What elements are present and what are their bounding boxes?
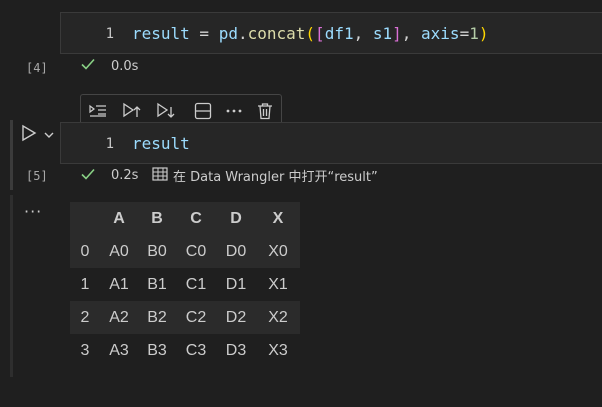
table-cell: C1 — [185, 275, 207, 293]
code-token: df1 — [324, 24, 354, 43]
table-cell: A2 — [109, 308, 129, 326]
execution-duration: 0.2s — [111, 168, 139, 183]
table-cell: B1 — [147, 275, 167, 293]
table-icon — [152, 166, 168, 185]
table-row: 1 A1 B1 C1 D1 X1 — [70, 268, 300, 301]
row-index: 1 — [80, 275, 90, 293]
run-cell-icon[interactable] — [20, 124, 38, 142]
code-token: , — [353, 24, 373, 43]
table-cell: A3 — [109, 341, 129, 359]
cell-4-selection-bar — [10, 10, 13, 80]
cell-5-selection-bar — [10, 120, 13, 190]
code-token: ) — [478, 24, 489, 43]
code-token: pd — [218, 24, 238, 43]
table-cell: C2 — [185, 308, 207, 326]
code-line[interactable]: result = pd.concat([df1, s1], axis=1) — [132, 24, 488, 43]
more-actions-icon[interactable] — [223, 100, 245, 122]
table-row: 0 A0 B0 C0 D0 X0 — [70, 235, 300, 268]
table-cell: A0 — [109, 242, 129, 260]
line-number: 1 — [105, 136, 114, 152]
code-token: = — [459, 24, 470, 43]
code-token: axis — [421, 24, 460, 43]
delete-cell-icon[interactable] — [254, 100, 276, 122]
open-in-data-wrangler-link[interactable]: 在 Data Wrangler 中打开“result” — [152, 166, 378, 185]
code-token: ] — [392, 24, 402, 43]
table-header-row: ABCDX — [70, 202, 300, 235]
execute-below-icon[interactable] — [155, 100, 177, 122]
dataframe-output-table: A B C D X 0 A0 B0 C0 D0 X0 1 A1 B1 C1 D1 X1 2 A2 B2 C2 D2 X2 3… — [70, 202, 300, 367]
code-token: [ — [315, 24, 325, 43]
table-cell: D3 — [225, 341, 247, 359]
cell-5-code-editor[interactable]: 1 result — [60, 122, 602, 164]
code-line[interactable]: result — [132, 134, 190, 153]
column-header: A — [113, 209, 125, 227]
row-index: 3 — [80, 341, 90, 359]
table-cell: D2 — [225, 308, 247, 326]
execution-duration: 0.0s — [111, 59, 139, 74]
table-cell: X2 — [268, 308, 288, 326]
code-token: , — [401, 24, 422, 43]
table-cell: D0 — [225, 242, 247, 260]
table-row: 3 A3 B3 C3 D3 X3 — [70, 334, 300, 367]
column-header: C — [190, 209, 202, 227]
code-token: s1 — [372, 24, 393, 43]
split-cell-icon[interactable] — [192, 100, 214, 122]
column-header — [70, 202, 100, 235]
code-token: result — [132, 24, 190, 43]
table-cell: C3 — [185, 341, 207, 359]
output-bar — [10, 195, 13, 377]
code-token: . — [237, 24, 248, 43]
execute-above-icon[interactable] — [121, 100, 143, 122]
row-index: 0 — [80, 242, 90, 260]
column-header: B — [151, 209, 163, 227]
run-by-line-icon[interactable] — [87, 100, 109, 122]
chevron-down-icon[interactable] — [43, 126, 55, 138]
table-cell: B3 — [147, 341, 167, 359]
check-icon — [80, 56, 96, 76]
code-token: ( — [305, 24, 316, 43]
table-cell: C0 — [185, 242, 207, 260]
data-wrangler-label: 在 Data Wrangler 中打开“result” — [173, 170, 378, 185]
execution-count: [5] — [26, 169, 48, 183]
table-cell: X0 — [268, 242, 288, 260]
table-cell: D1 — [225, 275, 247, 293]
table-cell: X3 — [268, 341, 288, 359]
cell-4-code-editor[interactable]: 1 result = pd.concat([df1, s1], axis=1) — [60, 12, 602, 54]
column-header: X — [272, 209, 284, 227]
column-header: D — [230, 209, 242, 227]
code-token: = — [189, 24, 219, 43]
row-index: 2 — [80, 308, 90, 326]
table-cell: X1 — [268, 275, 288, 293]
execution-count: [4] — [26, 61, 48, 75]
table-cell: B2 — [147, 308, 167, 326]
output-more-icon[interactable]: ··· — [24, 202, 42, 221]
table-cell: A1 — [109, 275, 129, 293]
code-token: 1 — [469, 24, 479, 43]
line-number: 1 — [105, 26, 114, 42]
table-row: 2 A2 B2 C2 D2 X2 — [70, 301, 300, 334]
table-cell: B0 — [147, 242, 167, 260]
check-icon — [80, 166, 96, 186]
code-token: concat — [247, 24, 306, 43]
